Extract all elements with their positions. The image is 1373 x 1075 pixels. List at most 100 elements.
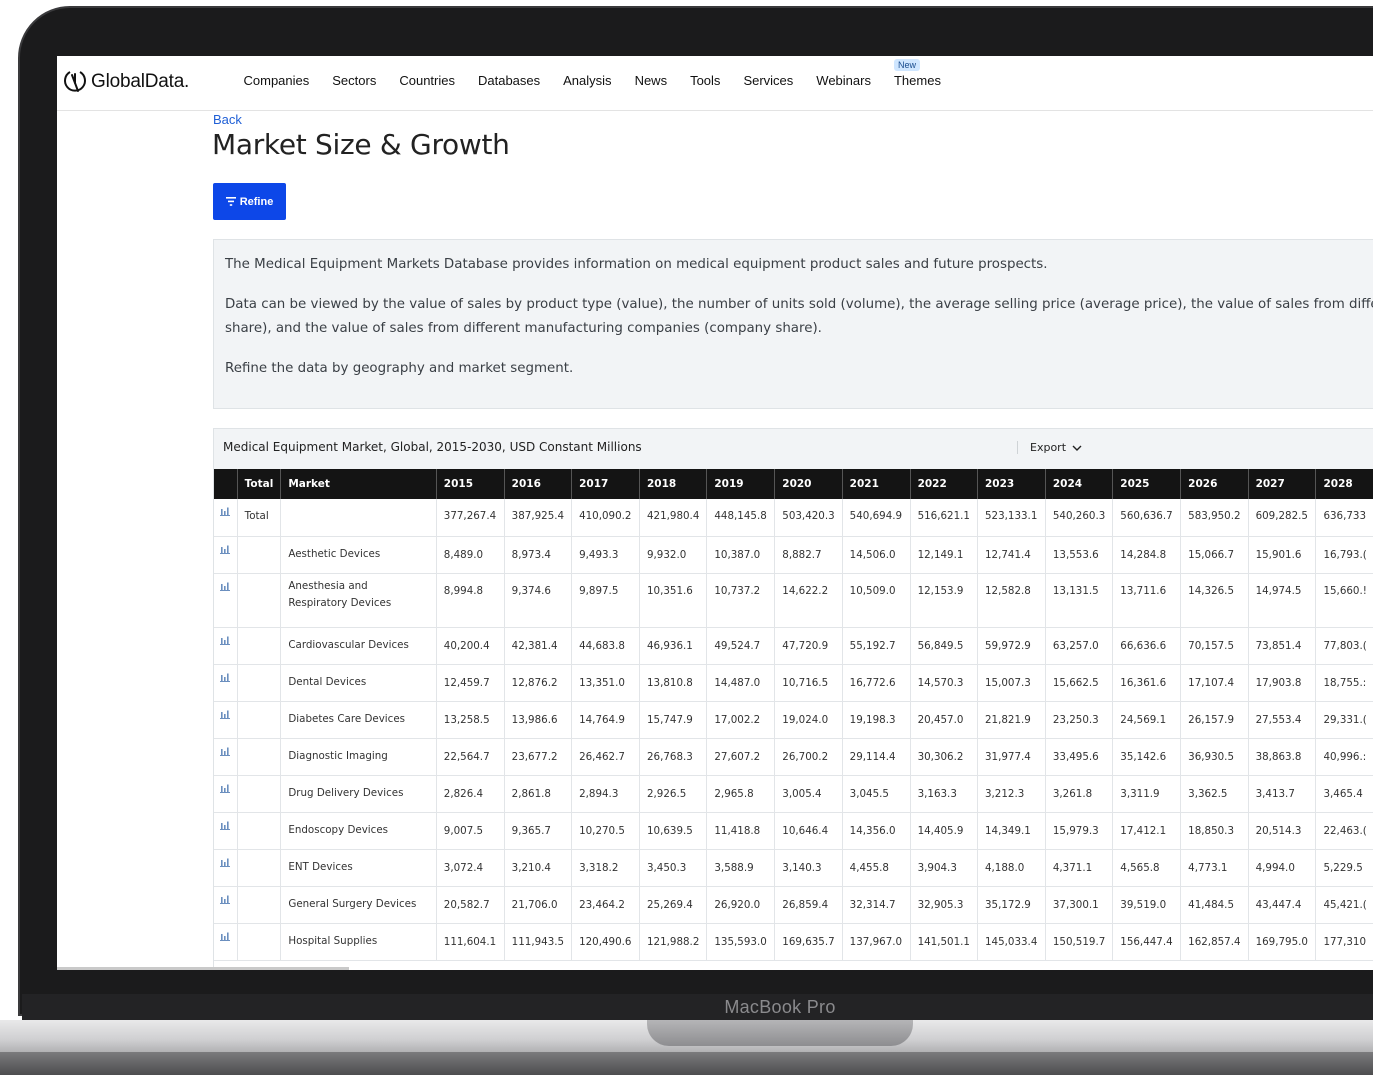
value-cell: 42,381.4 <box>504 627 573 665</box>
nav-item-tools[interactable]: Tools <box>690 73 720 88</box>
value-cell: 13,258.5 <box>436 701 505 739</box>
total-cell <box>237 812 282 850</box>
value-cell: 13,553.6 <box>1045 536 1114 574</box>
value-cell: 3,210.4 <box>504 849 573 887</box>
value-cell: 14,622.2 <box>774 573 843 628</box>
nav-item-companies[interactable]: Companies <box>244 73 310 88</box>
row-chart-button[interactable] <box>214 701 238 739</box>
value-cell: 111,604.1 <box>436 923 505 961</box>
total-cell <box>237 573 282 628</box>
value-cell: 26,462.7 <box>571 738 640 776</box>
row-chart-button[interactable] <box>214 849 238 887</box>
value-cell: 3,212.3 <box>977 775 1046 813</box>
row-chart-button[interactable] <box>214 812 238 850</box>
value-cell: 503,420.3 <box>774 499 843 537</box>
column-header[interactable]: 2017 <box>571 469 640 499</box>
nav-item-countries[interactable]: Countries <box>399 73 455 88</box>
nav-item-analysis[interactable]: Analysis <box>563 73 611 88</box>
value-cell: 37,300.1 <box>1045 886 1114 924</box>
column-header[interactable]: 2018 <box>639 469 708 499</box>
refine-button[interactable]: Refine <box>213 183 286 220</box>
laptop-base-edge <box>0 1052 1373 1075</box>
row-chart-button[interactable] <box>214 499 238 537</box>
column-header[interactable]: 2024 <box>1045 469 1114 499</box>
table-row: Dental Devices 12,459.7 12,876.2 13,351.0 13… <box>214 664 1373 702</box>
value-cell: 14,356.0 <box>842 812 911 850</box>
logo[interactable]: GlobalData. <box>63 69 189 95</box>
value-cell: 9,932.0 <box>639 536 708 574</box>
value-cell: 43,447.4 <box>1248 886 1317 924</box>
value-cell: 9,007.5 <box>436 812 505 850</box>
value-cell: 523,133.1 <box>977 499 1046 537</box>
column-header[interactable]: 2020 <box>774 469 843 499</box>
row-chart-button[interactable] <box>214 775 238 813</box>
nav-item-sectors[interactable]: Sectors <box>332 73 376 88</box>
column-header[interactable]: 2027 <box>1248 469 1317 499</box>
value-cell: 177,310 <box>1315 923 1373 961</box>
column-header[interactable]: 2019 <box>706 469 776 499</box>
value-cell: 162,857.4 <box>1180 923 1249 961</box>
column-header[interactable]: 2023 <box>977 469 1046 499</box>
row-chart-button[interactable] <box>214 627 238 665</box>
row-chart-button[interactable] <box>214 536 238 574</box>
value-cell: 17,412.1 <box>1112 812 1182 850</box>
value-cell: 2,826.4 <box>436 775 505 813</box>
column-header[interactable]: 2016 <box>504 469 573 499</box>
info-panel: The Medical Equipment Markets Database p… <box>213 239 1373 409</box>
column-header[interactable]: 2015 <box>436 469 505 499</box>
table-body: Total 377,267.4 387,925.4 410,090.2 421,980.… <box>214 499 1373 961</box>
value-cell: 31,977.4 <box>977 738 1046 776</box>
value-cell: 23,677.2 <box>504 738 573 776</box>
column-header[interactable]: 2028 <box>1315 469 1373 499</box>
value-cell: 3,261.8 <box>1045 775 1114 813</box>
value-cell: 63,257.0 <box>1045 627 1114 665</box>
value-cell: 10,387.0 <box>706 536 776 574</box>
table-toolbar: Medical Equipment Market, Global, 2015-2… <box>214 429 1373 470</box>
back-link[interactable]: Back <box>213 112 242 127</box>
nav-item-databases[interactable]: Databases <box>478 73 540 88</box>
value-cell: 26,859.4 <box>774 886 843 924</box>
value-cell: 55,192.7 <box>842 627 911 665</box>
row-chart-button[interactable] <box>214 886 238 924</box>
value-cell: 26,700.2 <box>774 738 843 776</box>
value-cell: 3,465.4 <box>1315 775 1373 813</box>
value-cell: 10,509.0 <box>842 573 911 628</box>
column-header[interactable]: 2021 <box>842 469 911 499</box>
nav-item-news[interactable]: News <box>635 73 668 88</box>
nav-item-themes-label: Themes <box>893 73 941 88</box>
value-cell: 540,694.9 <box>842 499 911 537</box>
total-cell <box>237 664 282 702</box>
nav-item-themes[interactable]: New Themes <box>893 59 941 88</box>
value-cell: 13,351.0 <box>571 664 640 702</box>
market-cell <box>280 499 437 537</box>
refine-button-label: Refine <box>239 195 274 208</box>
export-dropdown[interactable]: Export <box>1017 441 1082 454</box>
column-header[interactable]: 2026 <box>1180 469 1249 499</box>
value-cell: 4,994.0 <box>1248 849 1317 887</box>
value-cell: 10,351.6 <box>639 573 708 628</box>
value-cell: 15,901.6 <box>1248 536 1317 574</box>
column-header[interactable]: Total <box>237 469 282 499</box>
value-cell: 169,795.0 <box>1248 923 1317 961</box>
column-header[interactable]: 2025 <box>1112 469 1182 499</box>
chevron-down-icon <box>1072 445 1082 451</box>
row-chart-button[interactable] <box>214 923 238 961</box>
value-cell: 21,706.0 <box>504 886 573 924</box>
horizontal-scrollbar[interactable] <box>57 967 349 970</box>
row-chart-button[interactable] <box>214 573 238 628</box>
value-cell: 41,484.5 <box>1180 886 1249 924</box>
total-cell: Total <box>237 499 282 537</box>
row-chart-button[interactable] <box>214 738 238 776</box>
nav-item-webinars[interactable]: Webinars <box>816 73 871 88</box>
table-row: Hospital Supplies 111,604.1 111,943.5 120,4… <box>214 923 1373 961</box>
market-cell: Diagnostic Imaging <box>280 738 437 776</box>
nav-item-services[interactable]: Services <box>743 73 793 88</box>
value-cell: 3,005.4 <box>774 775 843 813</box>
value-cell: 27,607.2 <box>706 738 776 776</box>
value-cell: 14,974.5 <box>1248 573 1317 628</box>
new-badge: New <box>893 59 920 71</box>
row-chart-button[interactable] <box>214 664 238 702</box>
column-header[interactable]: 2022 <box>910 469 978 499</box>
value-cell: 3,318.2 <box>571 849 640 887</box>
column-header[interactable]: Market <box>280 469 437 499</box>
